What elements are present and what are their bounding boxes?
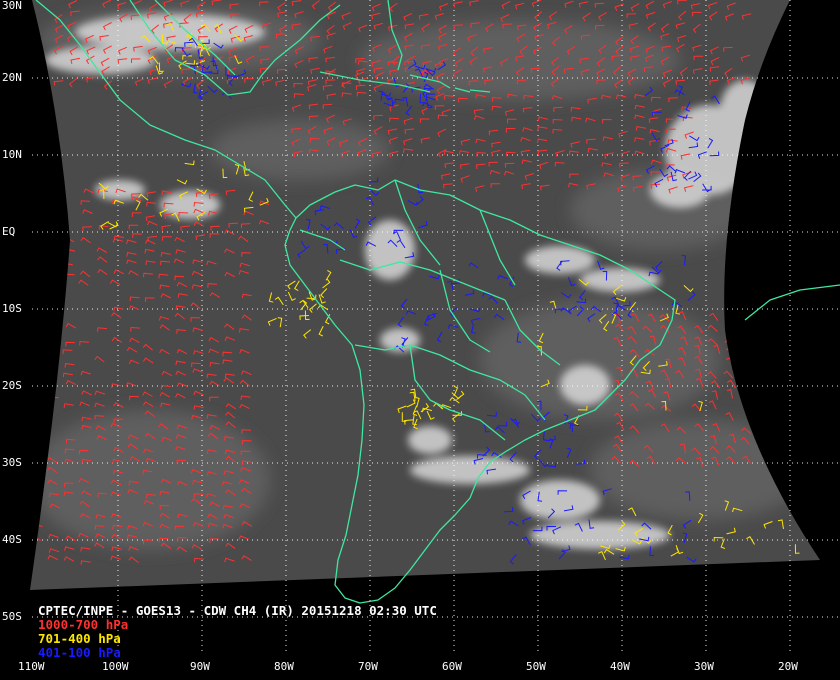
wind-barb bbox=[46, 261, 57, 267]
wind-barb bbox=[48, 338, 59, 343]
wind-barb bbox=[32, 447, 43, 452]
lon-label-80w: 80W bbox=[274, 660, 294, 673]
wind-barb bbox=[31, 414, 42, 419]
wind-barb bbox=[31, 259, 42, 266]
wind-barb bbox=[742, 370, 753, 379]
lon-label-60w: 60W bbox=[442, 660, 462, 673]
wind-barb bbox=[33, 434, 44, 441]
lat-label-10s: 10S bbox=[2, 302, 22, 315]
lon-label-20w: 20W bbox=[778, 660, 798, 673]
lon-label-40w: 40W bbox=[610, 660, 630, 673]
wind-barb bbox=[48, 344, 59, 351]
lat-label-10n: 10N bbox=[2, 148, 22, 161]
wind-barb bbox=[33, 456, 45, 463]
map-title: CPTEC/INPE - GOES13 - CDW CH4 (IR) 20151… bbox=[38, 603, 437, 618]
lat-label-20s: 20S bbox=[2, 379, 22, 392]
lon-label-50w: 50W bbox=[526, 660, 546, 673]
legend-low-level: 1000-700 hPa bbox=[38, 617, 129, 632]
wind-barb bbox=[31, 315, 43, 322]
legend-high-level: 401-100 hPa bbox=[38, 645, 121, 660]
wind-barb bbox=[31, 424, 42, 430]
wind-barb bbox=[743, 324, 753, 334]
lon-label-30w: 30W bbox=[694, 660, 714, 673]
wind-barb bbox=[31, 281, 42, 288]
wind-barb bbox=[31, 503, 42, 509]
wind-barb bbox=[33, 391, 44, 396]
lat-label-30n: 30N bbox=[2, 0, 22, 12]
lat-label-30s: 30S bbox=[2, 456, 22, 469]
wind-barb bbox=[32, 270, 43, 276]
wind-barb bbox=[46, 377, 57, 384]
wind-barb bbox=[48, 279, 60, 286]
lon-label-90w: 90W bbox=[190, 660, 210, 673]
wind-barb bbox=[49, 322, 60, 330]
lon-label-100w: 100W bbox=[102, 660, 129, 673]
wind-barb bbox=[740, 311, 750, 321]
lon-label-70w: 70W bbox=[358, 660, 378, 673]
satellite-wind-map: 30N 20N 10N EQ 10S 20S 30S 40S 50S 110W … bbox=[0, 0, 840, 680]
legend-mid-level: 701-400 hPa bbox=[38, 631, 121, 646]
wind-barb bbox=[48, 268, 59, 275]
lat-label-40s: 40S bbox=[2, 533, 22, 546]
wind-barb bbox=[742, 402, 752, 412]
wind-barb bbox=[32, 290, 43, 298]
wind-barb bbox=[33, 484, 44, 489]
wind-barb bbox=[32, 469, 43, 475]
lat-label-20n: 20N bbox=[2, 71, 22, 84]
lon-label-110w: 110W bbox=[18, 660, 45, 673]
wind-barb bbox=[32, 325, 43, 333]
lat-label-eq: EQ bbox=[2, 225, 16, 238]
map-canvas bbox=[30, 0, 840, 655]
wind-barb bbox=[727, 314, 735, 324]
wind-barb bbox=[740, 336, 750, 346]
wind-barb bbox=[31, 339, 42, 345]
wind-barb bbox=[47, 297, 58, 302]
wind-barb bbox=[32, 404, 43, 410]
wind-barb bbox=[33, 374, 43, 380]
wind-barb bbox=[31, 349, 42, 354]
lat-label-50s: 50S bbox=[2, 610, 22, 623]
wind-barb bbox=[33, 239, 44, 244]
